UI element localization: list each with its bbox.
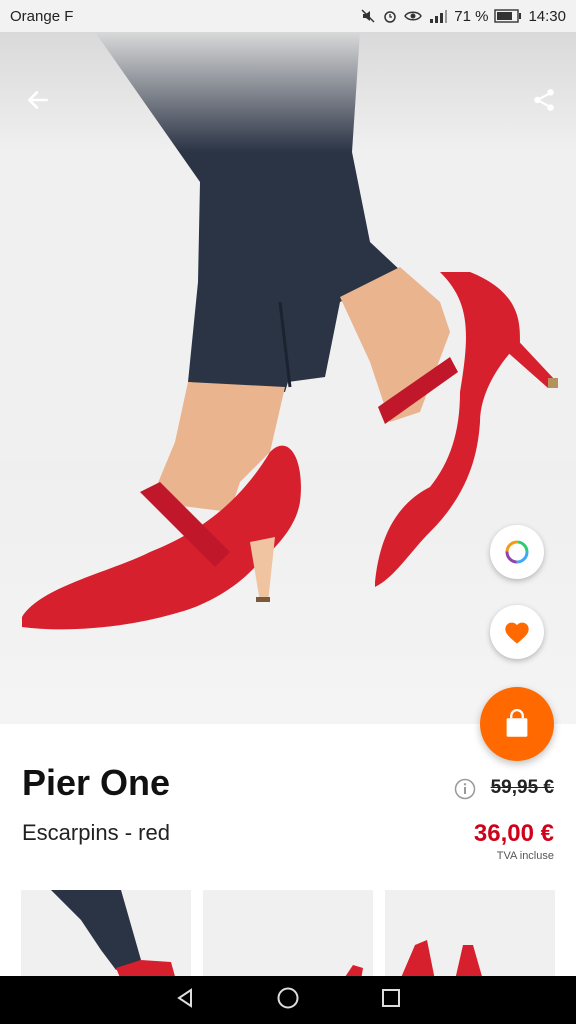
carrier-label: Orange F — [10, 7, 74, 25]
wishlist-button[interactable] — [490, 605, 544, 659]
signal-icon — [430, 10, 448, 23]
status-bar: Orange F 71 % 14:30 — [0, 0, 576, 32]
thumbnail-3-image — [400, 940, 483, 980]
original-price: 59,95 € — [490, 777, 554, 798]
triangle-back-icon — [177, 987, 192, 1008]
thumbnail-1-image — [51, 890, 176, 980]
thumbnail-2-image — [343, 965, 363, 980]
mute-icon — [361, 9, 375, 23]
product-name: Escarpins - red — [22, 820, 170, 845]
thumbnail-2[interactable] — [203, 890, 373, 980]
color-ring-icon — [505, 540, 529, 564]
add-to-bag-button[interactable] — [480, 687, 554, 761]
tax-note: TVA incluse — [496, 850, 554, 862]
eye-icon — [404, 11, 423, 21]
system-nav-bar — [0, 976, 576, 1024]
battery-icon — [494, 9, 522, 23]
clock: 14:30 — [528, 7, 566, 25]
shopping-bag-icon — [506, 709, 528, 737]
product-image[interactable] — [0, 32, 576, 724]
square-recents-icon — [382, 988, 400, 1007]
back-button[interactable] — [20, 82, 56, 118]
product-brand: Pier One — [22, 762, 171, 803]
share-button[interactable] — [526, 82, 562, 118]
thumbnail-3[interactable] — [385, 890, 555, 980]
sale-price: 36,00 € — [473, 820, 554, 847]
arrow-left-icon — [27, 91, 48, 109]
nav-back-button[interactable] — [174, 987, 196, 1014]
alarm-icon — [384, 11, 396, 23]
thumbnail-1[interactable] — [21, 890, 191, 980]
top-gradient — [0, 32, 576, 152]
status-icons: 71 % 14:30 — [360, 8, 566, 25]
heart-icon — [505, 622, 529, 644]
nav-home-button[interactable] — [276, 986, 300, 1015]
color-picker-button[interactable] — [490, 525, 544, 579]
nav-recents-button[interactable] — [380, 987, 402, 1014]
info-icon[interactable] — [454, 778, 476, 800]
share-icon — [534, 89, 554, 111]
battery-percent: 71 % — [454, 7, 489, 25]
circle-home-icon — [277, 987, 299, 1008]
